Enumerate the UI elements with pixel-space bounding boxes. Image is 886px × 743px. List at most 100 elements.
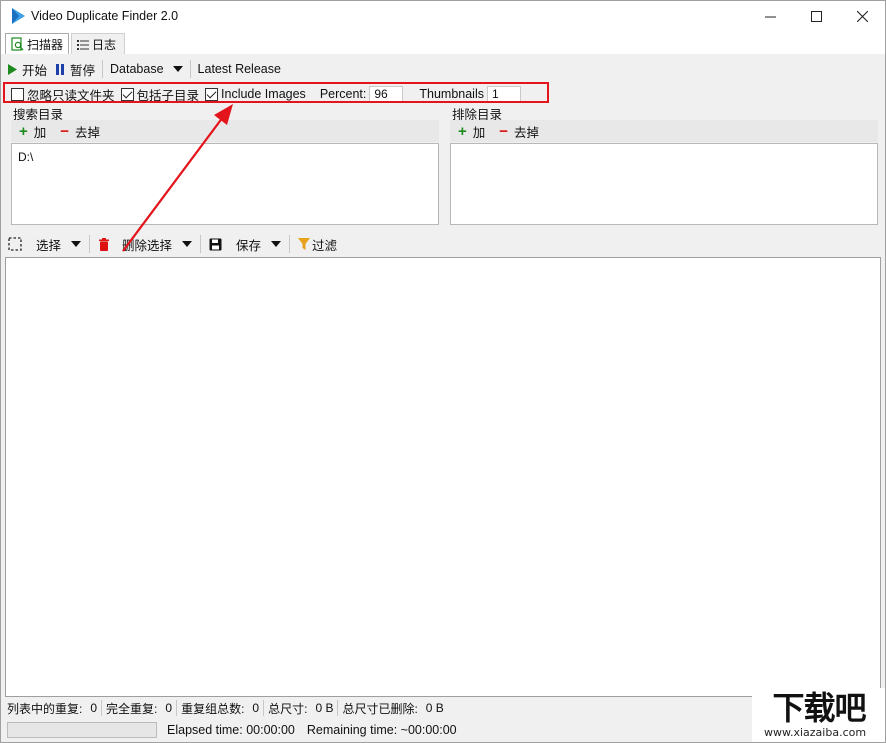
dupes-in-list-value: 0: [90, 701, 98, 715]
dupes-in-list-cell: 列表中的重复: 0: [3, 700, 103, 716]
chevron-down-icon: [182, 241, 193, 247]
filter-icon: [298, 238, 311, 250]
select-menu-button[interactable]: 选择: [3, 233, 86, 255]
filter-label: 过滤: [312, 238, 338, 253]
latest-release-label: Latest Release: [197, 62, 281, 76]
deleted-size-label: 总尺寸已删除:: [342, 701, 418, 716]
thumbnails-input[interactable]: 1: [487, 86, 521, 102]
selection-icon: [8, 237, 22, 251]
search-add-button[interactable]: 加: [34, 122, 47, 141]
total-size-label: 总尺寸:: [268, 701, 308, 716]
toolbar-separator: [289, 235, 291, 253]
minimize-icon: [764, 16, 776, 18]
exclude-add-button[interactable]: 加: [473, 122, 486, 141]
filter-button[interactable]: 过滤: [293, 233, 342, 255]
play-icon: [8, 63, 17, 75]
save-label: 保存: [236, 238, 262, 253]
exclude-dirs-group: 排除目录 + 加 − 去掉: [446, 104, 880, 228]
tab-log[interactable]: 日志: [71, 33, 125, 54]
pause-icon: [56, 63, 65, 75]
plus-icon[interactable]: +: [458, 123, 467, 140]
ignore-readonly-option[interactable]: 忽略只读文件夹: [11, 85, 115, 104]
ignore-readonly-label: 忽略只读文件夹: [27, 88, 115, 103]
remaining-time: Remaining time: ~00:00:00: [306, 723, 457, 737]
full-dupes-label: 完全重复:: [106, 701, 158, 716]
watermark-url: www.xiazaiba.com: [764, 726, 867, 739]
total-size-value: 0 B: [315, 701, 334, 715]
latest-release-button[interactable]: Latest Release: [194, 58, 285, 80]
include-subdirs-checkbox[interactable]: [120, 87, 134, 101]
exclude-dirs-list[interactable]: [450, 143, 878, 225]
toolbar-separator: [189, 60, 191, 78]
total-size-cell: 总尺寸: 0 B: [264, 700, 339, 716]
save-menu-button[interactable]: 保存: [204, 233, 286, 255]
groups-value: 0: [252, 701, 260, 715]
full-dupes-cell: 完全重复: 0: [102, 700, 178, 716]
minus-icon[interactable]: −: [60, 123, 69, 140]
tab-strip: 扫描器 日志: [1, 32, 885, 54]
search-dirs-toolbar: + 加 − 去掉: [11, 120, 439, 142]
results-grid[interactable]: [5, 257, 881, 697]
delete-selection-button[interactable]: 删除选择: [93, 233, 197, 255]
window-title: Video Duplicate Finder 2.0: [31, 9, 179, 23]
search-remove-button[interactable]: 去掉: [75, 122, 100, 141]
toolbar-separator: [200, 235, 202, 253]
select-label: 选择: [36, 238, 62, 253]
title-bar: Video Duplicate Finder 2.0: [1, 1, 885, 32]
close-button[interactable]: [839, 1, 885, 32]
toolbar-separator: [102, 60, 104, 78]
save-icon: [209, 238, 222, 250]
include-images-label: Include Images: [221, 87, 306, 101]
progress-bar: [7, 722, 157, 738]
tab-scanner[interactable]: 扫描器: [5, 33, 69, 54]
tab-log-label: 日志: [92, 37, 117, 52]
app-logo-icon: [12, 8, 25, 24]
elapsed-time: Elapsed time: 00:00:00: [167, 723, 295, 737]
pause-label: 暂停: [70, 63, 96, 78]
maximize-icon: [810, 11, 822, 22]
chevron-down-icon: [271, 241, 282, 247]
status-bar: 列表中的重复: 0 完全重复: 0 重复组总数: 0 总尺寸: 0 B 总尺寸已…: [3, 699, 883, 717]
plus-icon[interactable]: +: [19, 123, 28, 140]
ignore-readonly-checkbox[interactable]: [11, 87, 24, 101]
include-images-checkbox[interactable]: [205, 87, 219, 101]
app-window: Video Duplicate Finder 2.0 扫描器 日志 开始 暂停: [0, 0, 886, 743]
full-dupes-value: 0: [165, 701, 173, 715]
watermark-text: 下载吧: [772, 689, 866, 727]
database-menu-button[interactable]: Database: [106, 58, 187, 80]
watermark-logo: 下载吧 www.xiazaiba.com: [752, 688, 885, 742]
chevron-down-icon: [172, 66, 183, 72]
percent-input[interactable]: 96: [369, 86, 404, 102]
tab-scanner-label: 扫描器: [27, 37, 64, 52]
time-bar: Elapsed time: 00:00:00 Remaining time: ~…: [3, 719, 883, 741]
close-icon: [856, 11, 868, 22]
maximize-button[interactable]: [793, 1, 839, 32]
minimize-button[interactable]: [747, 1, 793, 32]
deleted-size-cell: 总尺寸已删除: 0 B: [338, 700, 447, 716]
start-label: 开始: [22, 63, 48, 78]
include-images-option[interactable]: Include Images: [205, 87, 306, 101]
results-toolbar: 选择 删除选择 保存 过滤: [3, 232, 883, 256]
exclude-remove-button[interactable]: 去掉: [514, 122, 539, 141]
chevron-down-icon: [71, 241, 82, 247]
delete-selection-label: 删除选择: [122, 238, 173, 253]
deleted-size-value: 0 B: [425, 701, 444, 715]
search-dirs-group: 搜索目录 + 加 − 去掉 D:\: [7, 104, 441, 228]
start-button[interactable]: 开始: [3, 58, 51, 80]
database-label: Database: [110, 62, 164, 76]
groups-cell: 重复组总数: 0: [177, 700, 265, 716]
include-subdirs-label: 包括子目录: [136, 88, 200, 103]
thumbnails-label: Thumbnails: [419, 87, 484, 101]
pause-button[interactable]: 暂停: [51, 58, 99, 80]
list-icon: [77, 39, 89, 50]
options-row: 忽略只读文件夹 包括子目录 Include Images Percent: 96…: [3, 83, 883, 105]
groups-label: 重复组总数:: [181, 701, 245, 716]
include-subdirs-option[interactable]: 包括子目录: [120, 85, 200, 104]
main-toolbar: 开始 暂停 Database Latest Release: [3, 56, 883, 82]
percent-label: Percent:: [319, 87, 367, 101]
scanner-icon: [11, 37, 24, 51]
minus-icon[interactable]: −: [499, 123, 508, 140]
search-dirs-list[interactable]: D:\: [11, 143, 439, 225]
list-item[interactable]: D:\: [18, 150, 33, 164]
toolbar-separator: [89, 235, 91, 253]
